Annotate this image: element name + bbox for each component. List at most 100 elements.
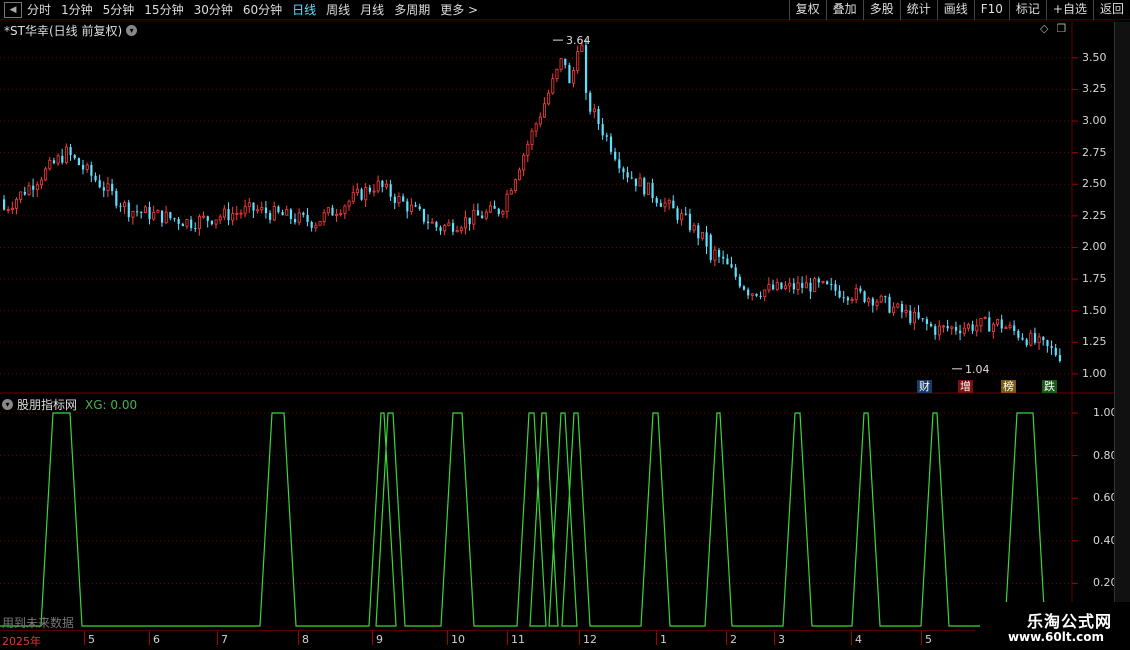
candle-body — [406, 201, 409, 212]
event-tag[interactable]: 榜 — [1001, 380, 1016, 393]
chevron-down-icon[interactable]: ▾ — [126, 25, 138, 36]
candle-body — [630, 177, 633, 179]
candle-body — [925, 319, 929, 324]
candle-body — [343, 205, 347, 214]
candle-body — [15, 199, 19, 209]
candle-body — [946, 325, 949, 329]
candle-body — [676, 208, 679, 220]
candle-body — [98, 180, 101, 188]
stock-title[interactable]: *ST华幸(日线 前复权) — [4, 22, 122, 39]
candle-body — [264, 207, 268, 214]
candle-body — [792, 283, 796, 290]
candle-body — [222, 208, 226, 218]
candle-body — [272, 206, 276, 221]
candle-body — [983, 317, 987, 319]
candle-body — [164, 211, 168, 224]
event-tag[interactable]: 增 — [958, 380, 973, 393]
candle-body — [1054, 347, 1057, 356]
month-tick — [656, 631, 657, 645]
candle-body — [497, 208, 500, 215]
price-tick-label: 3.50 — [1082, 50, 1107, 64]
event-tag[interactable]: 跌 — [1042, 380, 1057, 393]
panel-icons: ◇ ❐ — [1040, 22, 1066, 35]
month-label: 9 — [376, 633, 383, 646]
candle-body — [376, 180, 380, 192]
candle-body — [335, 213, 339, 216]
candle-body — [747, 289, 750, 296]
candle-body — [1058, 355, 1062, 361]
candle-body — [513, 179, 517, 192]
copy-icon[interactable]: ❐ — [1056, 22, 1066, 35]
candle-body — [481, 215, 484, 219]
candle-body — [185, 219, 189, 227]
month-label: 2 — [730, 633, 737, 646]
candle-body — [169, 212, 172, 219]
candle-body — [954, 326, 958, 331]
candle-body — [459, 227, 463, 231]
candle-body — [239, 212, 243, 215]
candle-body — [655, 198, 658, 204]
candle-body — [360, 189, 363, 200]
candle-body — [713, 249, 717, 261]
candle-body — [601, 124, 604, 136]
candle-body — [44, 168, 48, 181]
candle-body — [717, 250, 721, 257]
candle-body — [447, 222, 451, 227]
month-label: 5 — [925, 633, 932, 646]
candle-body — [767, 284, 771, 291]
month-label: 10 — [451, 633, 465, 646]
candle-body — [131, 210, 135, 218]
candle-body — [235, 212, 239, 215]
candle-body — [846, 297, 850, 301]
candle-body — [589, 92, 592, 112]
price-tick-label: 3.25 — [1082, 82, 1107, 96]
candle-body — [888, 296, 891, 313]
candle-body — [622, 168, 625, 173]
candle-body — [326, 207, 330, 214]
candle-body — [684, 213, 687, 215]
candle-body — [709, 234, 712, 261]
brand-name: 乐淘公式网 — [1026, 612, 1112, 631]
candle-body — [672, 200, 675, 209]
event-tag[interactable]: 财 — [917, 380, 932, 393]
price-tick-label: 2.25 — [1082, 208, 1107, 222]
candle-body — [796, 282, 800, 290]
candle-body — [368, 187, 372, 192]
candle-body — [351, 192, 355, 202]
candle-body — [439, 227, 442, 231]
candle-body — [372, 190, 376, 193]
right-side-scrollbar[interactable] — [1114, 22, 1130, 630]
candle-body — [277, 206, 280, 213]
candle-body — [243, 206, 247, 214]
month-tick — [149, 631, 150, 645]
indicator-name[interactable]: 股朋指标网 — [17, 396, 77, 413]
candle-body — [418, 206, 421, 210]
candle-body — [971, 324, 974, 331]
candle-body — [680, 213, 684, 221]
candle-body — [1021, 337, 1024, 340]
candle-body — [173, 218, 176, 220]
candle-body — [526, 144, 530, 156]
candle-body — [534, 123, 538, 132]
chevron-down-icon[interactable]: ▾ — [2, 399, 13, 410]
candle-body — [1046, 340, 1049, 346]
candle-body — [119, 205, 122, 207]
candle-body — [875, 301, 879, 306]
candle-body — [643, 178, 646, 195]
candle-body — [302, 212, 305, 215]
candle-body — [979, 318, 983, 327]
candle-body — [817, 278, 820, 283]
month-label: 4 — [855, 633, 862, 646]
candle-body — [64, 146, 68, 163]
candle-body — [364, 187, 368, 201]
candle-body — [988, 317, 991, 332]
candle-body — [614, 151, 617, 160]
candle-body — [194, 227, 197, 229]
diamond-icon[interactable]: ◇ — [1040, 22, 1048, 35]
candle-body — [1042, 336, 1045, 341]
candle-body — [414, 205, 417, 207]
candle-body — [966, 324, 970, 329]
candle-body — [780, 282, 783, 289]
candle-body — [1013, 325, 1016, 331]
candle-body — [111, 183, 114, 191]
